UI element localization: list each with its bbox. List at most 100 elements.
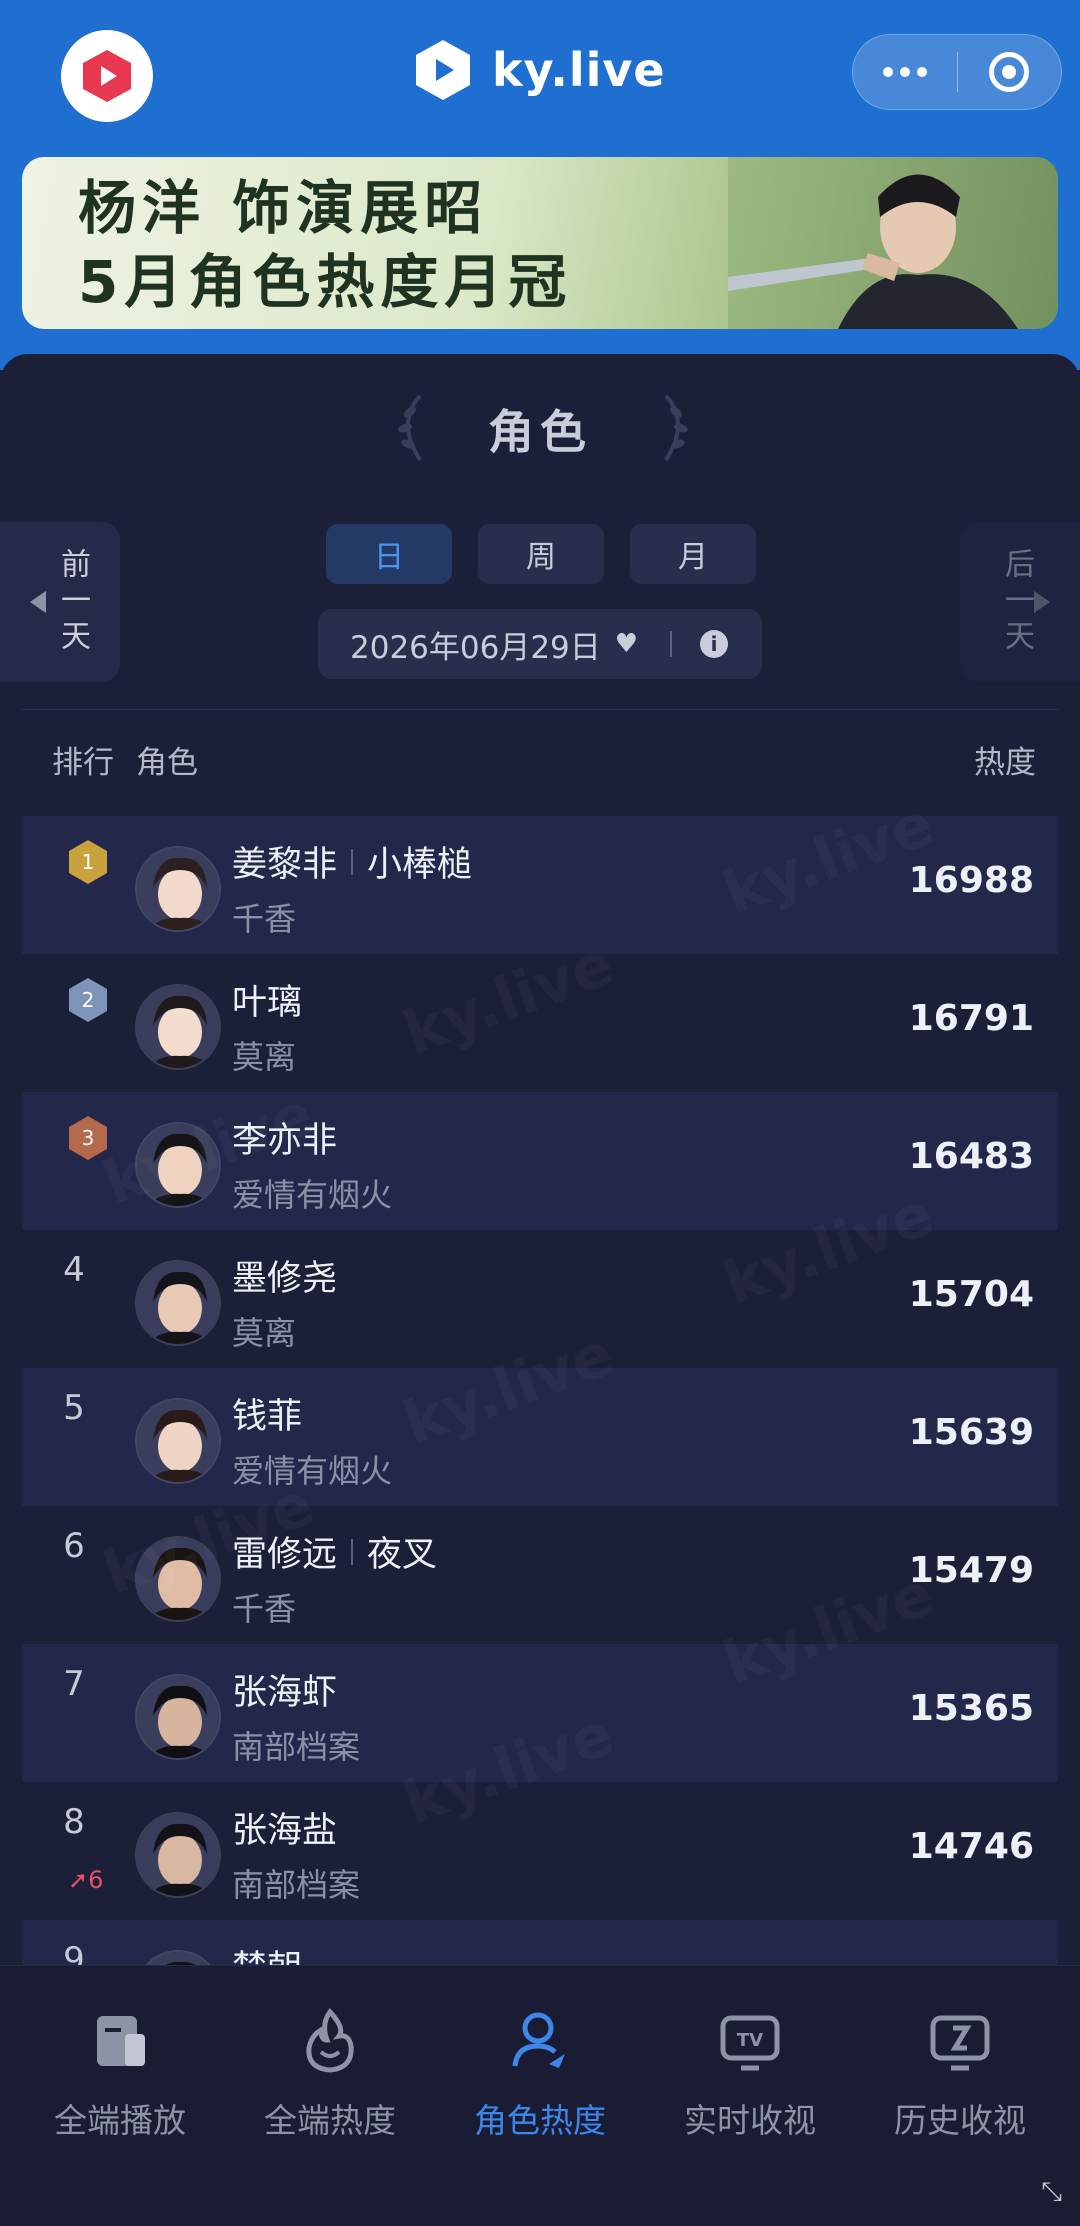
ranking-row[interactable]: 2 叶璃 莫离 16791	[22, 954, 1058, 1092]
laurel-right-icon	[664, 394, 688, 462]
ranking-row[interactable]: 7 张海虾 南部档案 15365	[22, 1644, 1058, 1782]
arrow-up-icon: ➚	[68, 1866, 89, 1894]
heat-value: 16791	[908, 998, 1034, 1039]
tab-day[interactable]: 日	[326, 524, 452, 584]
character-name: 雷修远	[232, 1535, 338, 1575]
avatar	[135, 1122, 221, 1208]
nav-history[interactable]: 历史收视	[875, 2006, 1045, 2142]
nav-label: 全端热度	[264, 2101, 396, 2140]
name-line: 李亦非	[232, 1112, 337, 1163]
play-logo-icon	[83, 50, 131, 102]
character-role: 夜叉	[367, 1535, 438, 1575]
arrow-right-icon	[1034, 591, 1050, 613]
avatar	[135, 1536, 221, 1622]
ranking-row[interactable]: 3 李亦非 爱情有烟火 16483	[22, 1092, 1058, 1230]
target-icon	[989, 52, 1030, 92]
rank-number: 4	[63, 1250, 85, 1290]
heat-value: 15479	[908, 1550, 1034, 1591]
close-miniapp-button[interactable]	[958, 35, 1062, 109]
column-rank: 排行	[52, 745, 114, 781]
drama-title: 莫离	[232, 1314, 297, 1352]
name-line: 雷修远 夜叉	[232, 1526, 437, 1577]
drama-title: 千香	[232, 900, 297, 938]
user-role-icon	[512, 2012, 565, 2068]
ranking-list: 1 姜黎非 小棒槌 千香 16988 2 叶璃 莫离 16791 3 李亦非 爱…	[22, 816, 1058, 1974]
rank-number: 5	[63, 1388, 85, 1428]
banner-actor-image	[728, 157, 1058, 329]
drama-title: 莫离	[232, 1038, 297, 1076]
prev-day-button[interactable]: 前一天	[0, 522, 120, 682]
heat-value: 15365	[908, 1688, 1034, 1729]
table-header: 排行 角色 热度	[22, 709, 1058, 809]
character-name: 张海盐	[232, 1811, 338, 1851]
banner-line-2: 5月角色热度月冠	[78, 248, 573, 316]
name-line: 墨修尧	[232, 1250, 337, 1301]
next-day-button[interactable]: 后一天	[960, 522, 1080, 682]
rank-number: 6	[63, 1526, 85, 1566]
mini-program-capsule	[852, 34, 1062, 110]
drama-title: 爱情有烟火	[232, 1176, 393, 1214]
drama-title: 爱情有烟火	[232, 1452, 393, 1490]
expand-corner-icon[interactable]: ⤡	[1041, 2177, 1062, 2208]
info-icon[interactable]: i	[700, 630, 729, 658]
app-logo-button[interactable]	[61, 30, 153, 122]
ranking-row[interactable]: 1 姜黎非 小棒槌 千香 16988	[22, 816, 1058, 954]
name-line: 叶璃	[232, 974, 302, 1025]
ranking-row[interactable]: 8 ➚6 张海盐 南部档案 14746	[22, 1782, 1058, 1920]
rank-medal-icon: 3	[66, 1114, 110, 1162]
panel-title: 角色	[488, 405, 592, 459]
ranking-row[interactable]: 5 钱菲 爱情有烟火 15639	[22, 1368, 1058, 1506]
nav-label: 角色热度	[474, 2101, 606, 2140]
drama-title: 南部档案	[232, 1728, 361, 1766]
bottom-navigation: 全端播放 全端热度 角色热度 TV 实时收视 历史收视 ⤡	[0, 1965, 1080, 2226]
avatar	[135, 1812, 221, 1898]
rank-number: 7	[63, 1664, 85, 1704]
character-role: 小棒槌	[367, 845, 473, 885]
rank-number: 1	[82, 850, 95, 874]
next-day-label: 后一天	[999, 548, 1034, 656]
app-header: ky.live 杨洋 饰演展昭 5月角色热度月冠	[0, 0, 1080, 370]
date-picker[interactable]: 2026年06月29日 ♥ i	[318, 609, 762, 679]
promo-banner[interactable]: 杨洋 饰演展昭 5月角色热度月冠	[22, 157, 1058, 329]
rank-medal-icon: 2	[66, 976, 110, 1024]
name-line: 姜黎非 小棒槌	[232, 836, 472, 887]
playback-icon	[97, 2016, 145, 2066]
banner-line-1: 杨洋 饰演展昭	[78, 174, 489, 242]
more-button[interactable]	[853, 35, 957, 109]
nav-realtime[interactable]: TV 实时收视	[665, 2006, 835, 2142]
avatar	[135, 1260, 221, 1346]
brand-logo-icon	[416, 40, 470, 100]
date-value: 2026年06月29日	[350, 629, 601, 666]
nav-role-heat[interactable]: 角色热度	[455, 2006, 625, 2142]
character-name: 姜黎非	[232, 845, 338, 885]
tab-month[interactable]: 月	[630, 524, 756, 584]
ranking-panel: 角色 前一天 后一天 日 周 月 2026年06月29日 ♥ i 排行 角色 热…	[0, 354, 1080, 1974]
name-line: 钱菲	[232, 1388, 302, 1439]
avatar	[135, 984, 221, 1070]
rank-number: 2	[82, 988, 95, 1012]
ranking-row[interactable]: 4 墨修尧 莫离 15704	[22, 1230, 1058, 1368]
drama-title: 南部档案	[232, 1866, 361, 1904]
nav-label: 实时收视	[684, 2101, 816, 2140]
heat-value: 15639	[908, 1412, 1034, 1453]
prev-day-label: 前一天	[55, 548, 90, 656]
rank-number: 8	[63, 1802, 85, 1842]
more-dots-icon	[882, 67, 927, 77]
arrow-left-icon	[30, 591, 46, 613]
svg-text:TV: TV	[737, 2030, 763, 2051]
avatar	[135, 846, 221, 932]
name-line: 张海虾	[232, 1664, 337, 1715]
banner-text: 杨洋 饰演展昭 5月角色热度月冠	[78, 171, 572, 319]
tab-week[interactable]: 周	[478, 524, 604, 584]
trend-value: 6	[88, 1866, 104, 1894]
heat-value: 14746	[908, 1826, 1034, 1867]
ranking-row[interactable]: 6 雷修远 夜叉 千香 15479	[22, 1506, 1058, 1644]
character-name: 叶璃	[232, 983, 303, 1023]
character-name: 张海虾	[232, 1673, 338, 1713]
brand-name: ky.live	[492, 43, 666, 97]
period-tabs: 日 周 月	[326, 524, 756, 584]
nav-heat[interactable]: 全端热度	[245, 2006, 415, 2142]
avatar	[135, 1674, 221, 1760]
character-name: 墨修尧	[232, 1259, 338, 1299]
nav-playback[interactable]: 全端播放	[35, 2006, 205, 2142]
